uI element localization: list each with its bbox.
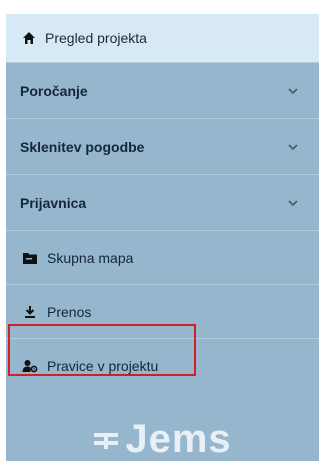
highlight-box	[8, 324, 196, 376]
download-icon	[22, 305, 38, 319]
folder-icon	[22, 251, 38, 265]
section-label: Prijavnica	[20, 194, 87, 211]
chevron-down-icon	[287, 197, 299, 209]
sidebar: Pregled projekta Poročanje Sklenitev pog…	[6, 14, 319, 461]
sidebar-item-label: Prenos	[47, 303, 92, 320]
sidebar-item-project-overview[interactable]: Pregled projekta	[6, 14, 319, 62]
jems-logo: Jems	[6, 409, 319, 461]
logo-text: Jems	[125, 416, 232, 461]
chevron-down-icon	[287, 141, 299, 153]
sidebar-section-contracting[interactable]: Sklenitev pogodbe	[6, 118, 319, 174]
chevron-down-icon	[287, 85, 299, 97]
sidebar-section-application[interactable]: Prijavnica	[6, 174, 319, 230]
home-icon	[22, 31, 36, 45]
section-label: Sklenitev pogodbe	[20, 138, 145, 155]
sidebar-section-reporting[interactable]: Poročanje	[6, 62, 319, 118]
sidebar-item-label: Skupna mapa	[47, 249, 134, 266]
logo-mark-icon	[93, 428, 119, 450]
sidebar-item-label: Pregled projekta	[45, 30, 147, 46]
sidebar-item-shared-folder[interactable]: Skupna mapa	[6, 230, 319, 284]
section-label: Poročanje	[20, 82, 88, 99]
